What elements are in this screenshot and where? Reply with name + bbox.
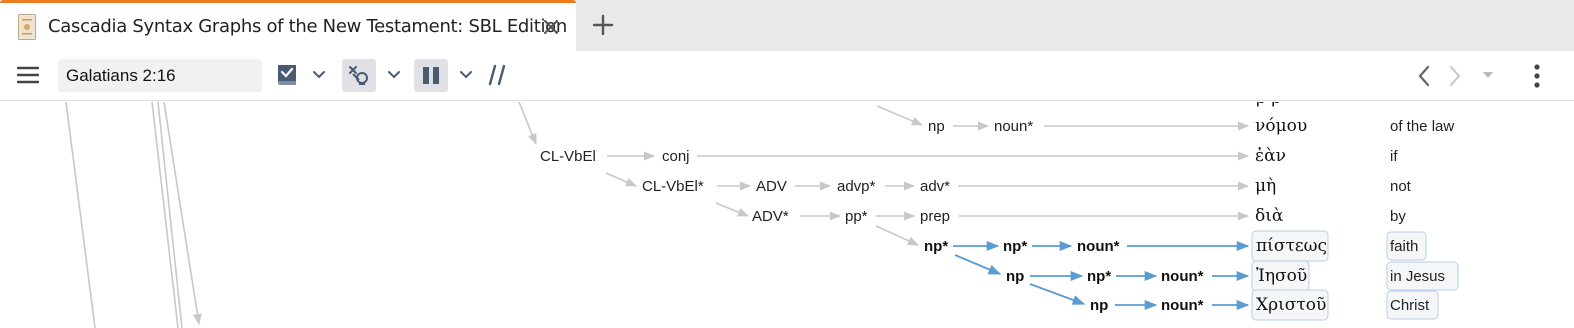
node-advp[interactable]: advp* [837,178,876,195]
gloss-text: faith [1390,238,1418,255]
node-prep[interactable]: prep [920,208,950,225]
clipped-greek-word: ρ ρ [1256,102,1281,108]
parallel-lines-icon[interactable] [487,64,507,86]
node-np[interactable]: np* [1003,238,1027,255]
forward-icon[interactable] [1447,65,1463,87]
node-conj[interactable]: conj [662,148,690,165]
greek-word[interactable]: διὰ [1255,206,1284,226]
link-search-icon [349,66,368,85]
node-np[interactable]: np [1006,268,1024,285]
more-vertical-icon[interactable] [1533,63,1541,89]
toolbar [0,51,1574,101]
chevron-down-icon[interactable] [1482,71,1494,79]
active-tab[interactable]: Cascadia Syntax Graphs of the New Testam… [0,0,576,51]
gloss-text: by [1390,208,1406,225]
node-np[interactable]: np [1090,297,1108,314]
gloss-text: if [1390,148,1398,165]
node-cl-vbel[interactable]: CL-VbEl [540,148,596,165]
node-np[interactable]: np* [1087,268,1111,285]
reference-input[interactable] [58,59,262,92]
back-icon[interactable] [1416,65,1432,87]
node-cl-vbel[interactable]: CL-VbEl* [642,178,704,195]
tab-title: Cascadia Syntax Graphs of the New Testam… [48,16,567,37]
chevron-down-icon[interactable] [387,70,401,80]
gloss-text: not [1390,178,1412,195]
greek-word[interactable]: Ἰησοῦ [1256,266,1307,286]
hamburger-menu-icon[interactable] [17,65,39,85]
node-adv[interactable]: ADV* [752,208,789,225]
node-noun[interactable]: noun* [1161,268,1204,285]
greek-word[interactable]: Χριστοῦ [1256,295,1326,315]
greek-word[interactable]: μὴ [1255,176,1276,196]
book-icon [18,14,36,40]
gloss-text: in Jesus [1390,268,1445,285]
node-adv[interactable]: ADV [756,178,787,195]
plus-icon[interactable] [592,14,614,36]
checklist-icon[interactable] [276,63,298,87]
node-np[interactable]: np [928,118,945,135]
pause-columns-icon [423,67,439,84]
chevron-down-icon[interactable] [459,70,473,80]
link-search-button[interactable] [342,59,376,92]
node-np[interactable]: np* [924,238,948,255]
close-icon[interactable] [542,18,560,36]
node-noun[interactable]: noun* [994,118,1033,135]
chevron-down-icon[interactable] [312,70,326,80]
tree-lines-left [65,102,924,328]
greek-word[interactable]: πίστεως [1256,236,1327,256]
gloss-text: Christ [1390,297,1430,314]
node-pp[interactable]: pp* [845,208,868,225]
columns-button[interactable] [414,59,448,92]
syntax-graph: ρ ρ np noun* CL-VbEl conj CL-VbEl* ADV a… [65,102,1459,328]
node-noun[interactable]: noun* [1077,238,1120,255]
gloss-text: of the law [1390,118,1454,135]
syntax-graph-view: ρ ρ np noun* CL-VbEl conj CL-VbEl* ADV a… [0,102,1574,328]
node-noun[interactable]: noun* [1161,297,1204,314]
node-adv[interactable]: adv* [920,178,950,195]
greek-word[interactable]: ἐὰν [1255,146,1286,166]
greek-word[interactable]: νόμου [1255,116,1307,136]
tab-bar: Cascadia Syntax Graphs of the New Testam… [0,0,1574,51]
